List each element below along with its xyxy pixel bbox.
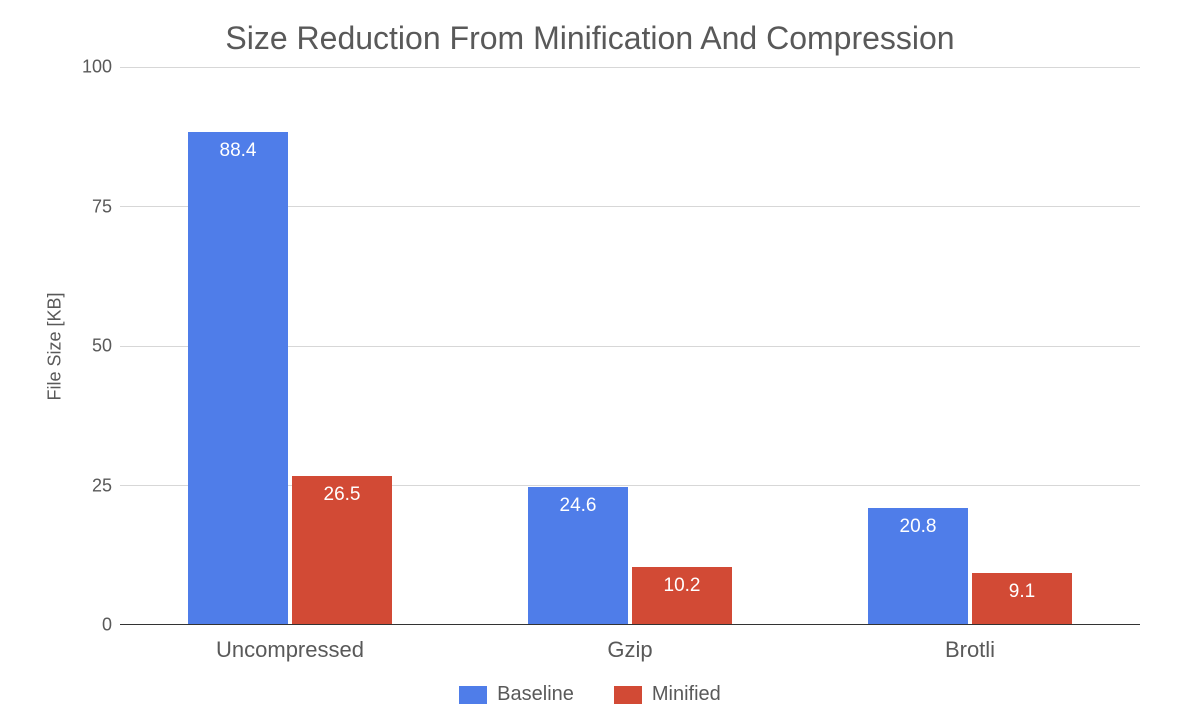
y-tick: 0 xyxy=(102,615,112,636)
bar-groups: 88.4 26.5 24.6 10.2 20.8 xyxy=(120,67,1140,624)
y-axis-label-column: File Size [KB] xyxy=(40,67,70,625)
bar-value-label: 20.8 xyxy=(900,516,937,538)
bar-minified: 26.5 xyxy=(292,476,392,624)
y-tick: 100 xyxy=(82,57,112,78)
legend-label: Minified xyxy=(652,683,721,706)
y-axis-ticks: 100 75 50 25 0 xyxy=(70,67,120,625)
legend-item-minified: Minified xyxy=(614,683,721,706)
bar-value-label: 9.1 xyxy=(1009,581,1035,603)
plot-row: File Size [KB] 100 75 50 25 0 88. xyxy=(40,67,1140,625)
bar-minified: 9.1 xyxy=(972,573,1072,624)
bar-value-label: 10.2 xyxy=(664,575,701,597)
legend-swatch-icon xyxy=(459,686,487,704)
x-axis-labels: Uncompressed Gzip Brotli xyxy=(120,625,1140,663)
legend-label: Baseline xyxy=(497,683,574,706)
y-tick: 50 xyxy=(92,336,112,357)
bar-value-label: 88.4 xyxy=(220,140,257,162)
x-category-label: Brotli xyxy=(800,625,1140,663)
bar-group-brotli: 20.8 9.1 xyxy=(800,67,1140,624)
bar-baseline: 24.6 xyxy=(528,487,628,624)
y-axis-label: File Size [KB] xyxy=(45,292,66,400)
y-tick: 75 xyxy=(92,196,112,217)
legend: Baseline Minified xyxy=(40,683,1140,706)
chart-container: Size Reduction From Minification And Com… xyxy=(0,0,1180,726)
bar-baseline: 88.4 xyxy=(188,132,288,624)
bar-baseline: 20.8 xyxy=(868,508,968,624)
x-category-label: Uncompressed xyxy=(120,625,460,663)
x-category-label: Gzip xyxy=(460,625,800,663)
bar-minified: 10.2 xyxy=(632,567,732,624)
bar-group-uncompressed: 88.4 26.5 xyxy=(120,67,460,624)
legend-item-baseline: Baseline xyxy=(459,683,574,706)
plot-area: 88.4 26.5 24.6 10.2 20.8 xyxy=(120,67,1140,625)
bar-value-label: 26.5 xyxy=(324,484,361,506)
bar-group-gzip: 24.6 10.2 xyxy=(460,67,800,624)
y-tick: 25 xyxy=(92,475,112,496)
legend-swatch-icon xyxy=(614,686,642,704)
chart-title: Size Reduction From Minification And Com… xyxy=(40,20,1140,57)
bar-value-label: 24.6 xyxy=(560,495,597,517)
